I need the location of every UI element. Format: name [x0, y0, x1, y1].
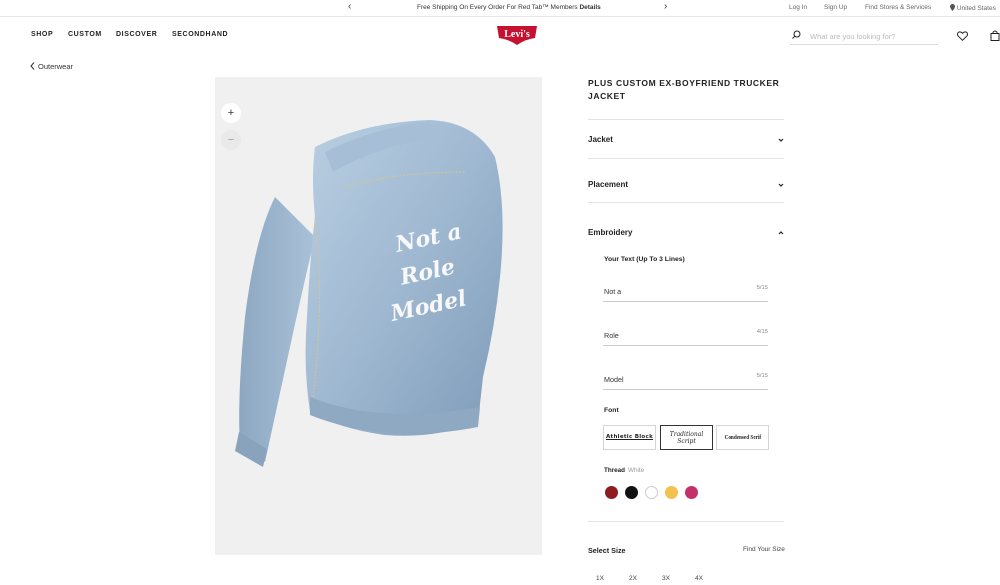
thread-swatch-white[interactable]: [645, 486, 658, 499]
embroidery-line-3-value: Model: [604, 375, 624, 384]
size-option-2x[interactable]: 2X: [629, 575, 637, 582]
chevron-up-icon: [778, 231, 784, 235]
location-pin-icon: [950, 4, 955, 11]
breadcrumb-back-link[interactable]: Outerwear: [30, 62, 73, 71]
divider: [588, 521, 784, 522]
thread-swatch-black[interactable]: [625, 486, 638, 499]
size-option-4x[interactable]: 4X: [695, 575, 703, 582]
product-title: PLUS CUSTOM EX-BOYFRIEND TRUCKER JACKET: [588, 78, 780, 101]
font-option-label: Traditional Script: [669, 430, 704, 445]
embroidery-line-2-counter: 4/15: [756, 329, 768, 335]
nav-shop[interactable]: SHOP: [31, 31, 53, 38]
shopping-bag-icon[interactable]: [990, 28, 1000, 42]
chevron-left-icon: [30, 62, 35, 70]
promo-bar: ‹ Free Shipping On Every Order For Red T…: [0, 0, 1000, 17]
promo-text: Free Shipping On Every Order For Red Tab…: [417, 4, 578, 11]
font-option-traditional-script[interactable]: Traditional Script: [660, 425, 713, 450]
product-image-gallery[interactable]: + − Not a Role Model: [215, 77, 542, 555]
main-nav: SHOP CUSTOM DISCOVER SECONDHAND Levi's: [0, 18, 1000, 52]
size-option-1x[interactable]: 1X: [596, 575, 604, 582]
wishlist-heart-icon[interactable]: [957, 28, 971, 42]
select-size-label: Select Size: [588, 546, 626, 555]
font-option-label: Athletic Block: [605, 434, 654, 440]
accordion-jacket-label: Jacket: [588, 135, 613, 144]
embroidery-line-1-value: Not a: [604, 287, 622, 296]
divider: [588, 158, 784, 159]
size-option-3x[interactable]: 3X: [662, 575, 670, 582]
accordion-embroidery[interactable]: Embroidery: [588, 226, 784, 240]
search-icon[interactable]: [792, 30, 801, 39]
levis-logo[interactable]: Levi's: [496, 25, 538, 46]
thread-label: Thread: [604, 467, 625, 474]
login-link[interactable]: Log In: [789, 4, 807, 11]
nav-custom[interactable]: CUSTOM: [68, 31, 102, 38]
embroidery-line-3-field[interactable]: Model 5/15: [603, 372, 768, 390]
jacket-product-image: Not a Role Model: [235, 120, 503, 467]
accordion-placement[interactable]: Placement: [588, 178, 784, 192]
accordion-jacket[interactable]: Jacket: [588, 133, 784, 147]
promo-next-arrow-icon[interactable]: ›: [664, 2, 667, 12]
logo-text: Levi's: [504, 29, 530, 40]
nav-discover[interactable]: DISCOVER: [116, 31, 157, 38]
divider: [588, 202, 784, 203]
font-option-label: Condensed Serif: [724, 434, 761, 441]
promo-message: Free Shipping On Every Order For Red Tab…: [417, 4, 601, 11]
find-your-size-link[interactable]: Find Your Size: [743, 546, 785, 553]
search-bar[interactable]: [790, 27, 938, 45]
breadcrumb-label: Outerwear: [38, 62, 74, 71]
promo-details-link[interactable]: Details: [579, 4, 600, 11]
embroidery-text-heading: Your Text (Up To 3 Lines): [604, 256, 685, 263]
promo-prev-arrow-icon[interactable]: ‹: [348, 2, 351, 12]
thread-selected-color: White: [628, 467, 645, 474]
region-selector[interactable]: United States: [950, 4, 996, 12]
thread-swatch-red[interactable]: [605, 486, 618, 499]
thread-swatch-pink[interactable]: [685, 486, 698, 499]
embroidery-line-2-field[interactable]: Role 4/15: [603, 328, 768, 346]
accordion-embroidery-label: Embroidery: [588, 228, 633, 237]
chevron-down-icon: [778, 183, 784, 187]
find-stores-link[interactable]: Find Stores & Services: [865, 4, 931, 11]
embroidery-line-3-counter: 5/15: [756, 373, 768, 379]
thread-heading: Thread White: [604, 467, 644, 474]
thread-swatch-yellow[interactable]: [665, 486, 678, 499]
font-option-athletic-block[interactable]: Athletic Block: [603, 425, 656, 450]
accordion-placement-label: Placement: [588, 180, 629, 189]
signup-link[interactable]: Sign Up: [824, 4, 847, 11]
nav-secondhand[interactable]: SECONDHAND: [172, 31, 228, 38]
chevron-down-icon: [778, 138, 784, 142]
region-label: United States: [956, 5, 996, 12]
embroidery-line-1-counter: 5/15: [756, 285, 768, 291]
divider: [588, 119, 784, 120]
embroidery-line-2-value: Role: [604, 331, 619, 340]
search-input[interactable]: [810, 30, 935, 42]
font-option-condensed-serif[interactable]: Condensed Serif: [716, 425, 769, 450]
font-heading: Font: [604, 407, 619, 414]
embroidery-line-1-field[interactable]: Not a 5/15: [603, 284, 768, 302]
